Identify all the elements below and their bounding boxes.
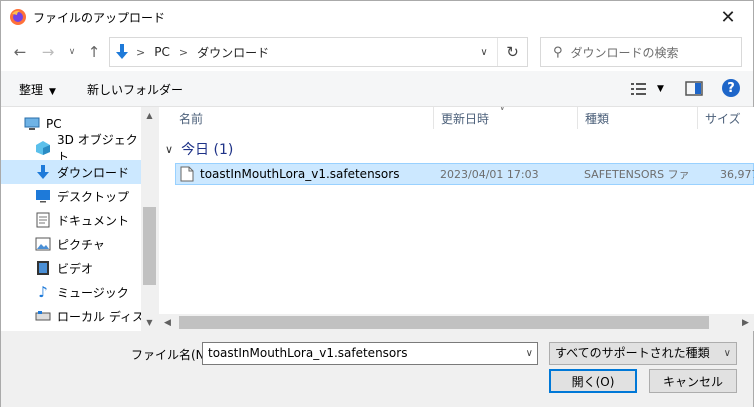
file-type: SAFETENSORS ファ... xyxy=(584,168,688,181)
firefox-icon xyxy=(10,9,26,25)
sidebar-item-videos[interactable]: ビデオ xyxy=(1,256,141,280)
documents-icon xyxy=(35,212,51,228)
filename-input[interactable]: toastInMouthLora_v1.safetensors ∨ xyxy=(202,342,538,365)
file-icon xyxy=(180,166,194,182)
chevron-down-icon: ∨ xyxy=(165,142,174,156)
chevron-down-icon: ∨ xyxy=(480,46,488,58)
file-list-horizontal-scrollbar[interactable]: ◀ ▶ xyxy=(159,314,754,331)
scroll-left-icon[interactable]: ◀ xyxy=(159,314,176,331)
cancel-button[interactable]: キャンセル xyxy=(649,369,737,393)
file-upload-dialog: ファイルのアップロード ✕ ← → ∨ ↑ > PC > ダウンロード ∨ ↻ … xyxy=(0,0,754,407)
close-button[interactable]: ✕ xyxy=(713,5,743,29)
pc-icon xyxy=(24,116,40,132)
help-icon[interactable]: ? xyxy=(722,79,740,97)
column-divider[interactable] xyxy=(697,107,698,129)
address-dropdown-button[interactable]: ∨ xyxy=(473,38,495,66)
sidebar-item-downloads[interactable]: ダウンロード xyxy=(1,160,141,184)
sidebar-item-label: ローカル ディスク (C xyxy=(57,309,141,324)
file-list: 名前 ∨ 更新日時 種類 サイズ ∨ 今日 (1) toastInMouthLo… xyxy=(159,107,754,331)
dropdown-caret-icon: ▼ xyxy=(657,84,664,94)
organize-button[interactable]: 整理 ▼ xyxy=(19,81,56,98)
sidebar-item-label: デスクトップ xyxy=(57,189,130,204)
sidebar-item-label: ドキュメント xyxy=(57,213,130,228)
local-disk-icon xyxy=(35,308,51,324)
sidebar-item-label: ダウンロード xyxy=(57,165,130,180)
change-view-button[interactable]: ▼ xyxy=(631,79,671,99)
new-folder-button[interactable]: 新しいフォルダー xyxy=(87,81,183,98)
up-button[interactable]: ↑ xyxy=(85,43,103,61)
file-type-value: すべてのサポートされた種類 xyxy=(555,346,710,360)
sidebar-item-label: ビデオ xyxy=(57,261,94,276)
file-row[interactable]: toastInMouthLora_v1.safetensors 2023/04/… xyxy=(175,163,754,185)
navigation-pane-scrollbar[interactable]: ▲ ▼ xyxy=(141,107,158,331)
column-header-name[interactable]: 名前 xyxy=(179,107,203,129)
scroll-down-icon[interactable]: ▼ xyxy=(141,314,158,331)
sidebar-item-local-disk[interactable]: ローカル ディスク (C xyxy=(1,304,141,328)
command-toolbar: 整理 ▼ 新しいフォルダー ▼ ? xyxy=(1,71,753,107)
scrollbar-thumb[interactable] xyxy=(143,207,156,285)
organize-label: 整理 xyxy=(19,83,44,97)
dropdown-caret-icon: ▼ xyxy=(49,87,56,97)
sidebar-item-label: ピクチャ xyxy=(57,237,105,252)
scroll-up-icon[interactable]: ▲ xyxy=(141,107,158,124)
chevron-down-icon[interactable]: ∨ xyxy=(526,343,533,364)
recent-locations-button[interactable]: ∨ xyxy=(63,43,81,61)
address-bar[interactable]: > PC > ダウンロード ∨ ↻ xyxy=(109,37,528,67)
dialog-footer: ファイル名(N): toastInMouthLora_v1.safetensor… xyxy=(1,331,753,407)
sidebar-item-3d-objects[interactable]: 3D オブジェクト xyxy=(1,133,141,164)
3d-objects-icon xyxy=(35,140,51,156)
back-arrow-icon: ← xyxy=(13,43,27,61)
search-input[interactable]: ⚲ ダウンロードの検索 xyxy=(540,37,742,67)
window-title: ファイルのアップロード xyxy=(33,10,166,25)
pictures-icon xyxy=(35,236,51,252)
sidebar-item-label: PC xyxy=(46,117,62,131)
videos-icon xyxy=(35,260,51,276)
download-folder-icon xyxy=(35,164,51,180)
navigation-bar: ← → ∨ ↑ > PC > ダウンロード ∨ ↻ ⚲ ダウンロードの検索 xyxy=(1,33,753,71)
music-icon: ♪ xyxy=(38,283,48,301)
group-header-today[interactable]: ∨ 今日 (1) xyxy=(165,139,233,159)
column-header-date[interactable]: 更新日時 xyxy=(441,107,489,129)
download-folder-icon xyxy=(116,44,128,59)
up-arrow-icon: ↑ xyxy=(87,43,101,61)
column-header-size[interactable]: サイズ xyxy=(705,107,741,129)
breadcrumb-downloads[interactable]: ダウンロード xyxy=(197,44,269,61)
sidebar-item-label: ミュージック xyxy=(57,285,129,300)
sidebar-item-pictures[interactable]: ピクチャ xyxy=(1,232,141,256)
filename-value: toastInMouthLora_v1.safetensors xyxy=(208,346,408,360)
refresh-icon: ↻ xyxy=(506,43,519,61)
column-header-type[interactable]: 種類 xyxy=(585,107,609,129)
sort-chevron-icon: ∨ xyxy=(499,107,506,113)
scroll-right-icon[interactable]: ▶ xyxy=(737,314,754,331)
forward-arrow-icon: → xyxy=(41,43,55,61)
file-type-select[interactable]: すべてのサポートされた種類 ∨ xyxy=(549,342,737,365)
search-placeholder: ダウンロードの検索 xyxy=(570,45,679,60)
forward-button[interactable]: → xyxy=(39,43,57,61)
refresh-button[interactable]: ↻ xyxy=(497,38,527,66)
chevron-down-icon: ∨ xyxy=(723,348,731,359)
sidebar-item-desktop[interactable]: デスクトップ xyxy=(1,184,141,208)
sidebar-item-music[interactable]: ♪ ミュージック xyxy=(1,280,141,304)
desktop-icon xyxy=(35,188,51,204)
scrollbar-thumb[interactable] xyxy=(179,316,709,329)
view-list-icon xyxy=(631,83,646,95)
file-date: 2023/04/01 17:03 xyxy=(440,167,539,181)
group-label: 今日 (1) xyxy=(181,142,234,158)
file-size: 36,977 xyxy=(720,167,754,181)
navigation-pane: PC 3D オブジェクト ダウンロード デスクトップ ドキュメント ピクチャ ビ… xyxy=(1,107,141,331)
back-button[interactable]: ← xyxy=(11,43,29,61)
breadcrumb-separator-icon: > xyxy=(178,45,189,59)
title-bar: ファイルのアップロード ✕ xyxy=(1,1,753,33)
breadcrumb-separator-icon: > xyxy=(136,45,146,59)
preview-pane-icon[interactable] xyxy=(685,80,703,98)
breadcrumb-pc[interactable]: PC xyxy=(154,45,170,59)
search-icon: ⚲ xyxy=(553,44,563,60)
column-divider[interactable] xyxy=(577,107,578,129)
chevron-down-icon: ∨ xyxy=(68,47,76,57)
column-divider[interactable] xyxy=(433,107,434,129)
sidebar-item-documents[interactable]: ドキュメント xyxy=(1,208,141,232)
file-name: toastInMouthLora_v1.safetensors xyxy=(200,167,400,181)
open-button[interactable]: 開く(O) xyxy=(549,369,637,393)
